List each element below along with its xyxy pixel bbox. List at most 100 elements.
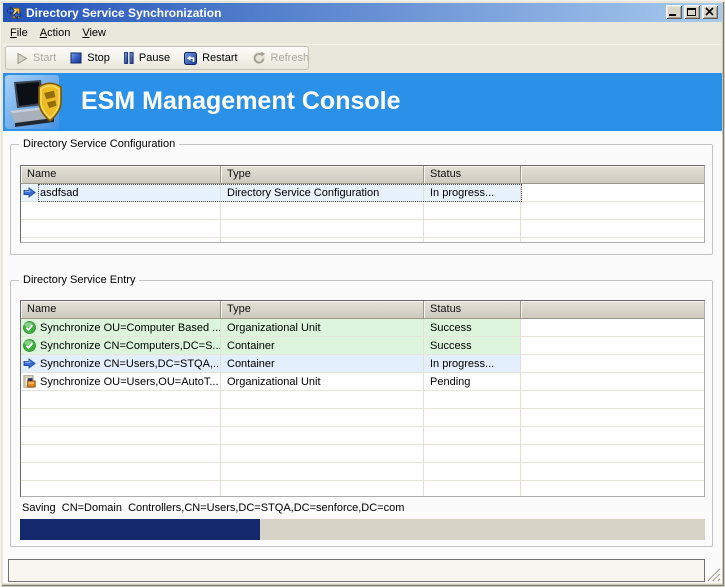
column-header-blank[interactable] bbox=[521, 301, 704, 319]
entry-table[interactable]: NameTypeStatusSynchronize OU=Computer Ba… bbox=[20, 300, 705, 497]
menu-item-view[interactable]: View bbox=[76, 24, 112, 42]
cell bbox=[521, 373, 704, 391]
table-row-empty bbox=[21, 463, 704, 481]
column-header-blank[interactable] bbox=[521, 166, 704, 184]
pause-button[interactable]: Pause bbox=[117, 47, 177, 69]
close-button[interactable] bbox=[702, 5, 718, 19]
refresh-icon bbox=[252, 51, 266, 65]
toolbar: Start Stop Pause Restart Refresh bbox=[3, 45, 722, 73]
table-row[interactable]: Synchronize CN=Computers,DC=S...Containe… bbox=[21, 337, 704, 355]
table-row-empty bbox=[21, 238, 704, 243]
restart-button[interactable]: Restart bbox=[177, 47, 244, 69]
maximize-icon bbox=[687, 8, 696, 16]
cell: Synchronize CN=Computers,DC=S... bbox=[21, 337, 221, 355]
minimize-button[interactable] bbox=[666, 5, 682, 19]
cell bbox=[521, 481, 704, 497]
cell: Synchronize OU=Computer Based ... bbox=[21, 319, 221, 337]
cell bbox=[521, 202, 704, 220]
pending-box-icon bbox=[23, 375, 36, 388]
column-header-type[interactable]: Type bbox=[221, 166, 424, 184]
toolbar-button-label: Stop bbox=[87, 52, 110, 64]
config-groupbox-label: Directory Service Configuration bbox=[19, 138, 179, 151]
entry-groupbox-label: Directory Service Entry bbox=[19, 274, 139, 287]
cell-status: Pending bbox=[424, 373, 521, 391]
table-row-empty bbox=[21, 427, 704, 445]
toolbar-band: StartStopPauseRestartRefresh bbox=[5, 46, 309, 70]
config-table[interactable]: NameTypeStatus asdfsad Directory Service C… bbox=[20, 165, 705, 243]
cell-type: Organizational Unit bbox=[221, 373, 424, 391]
column-header-name[interactable]: Name bbox=[21, 301, 221, 319]
table-header: NameTypeStatus bbox=[21, 166, 704, 184]
cell-status: In progress... bbox=[424, 355, 521, 373]
table-row[interactable]: asdfsadDirectory Service ConfigurationIn… bbox=[21, 184, 704, 202]
cell bbox=[424, 391, 521, 409]
table-row-empty bbox=[21, 445, 704, 463]
table-row-empty bbox=[21, 220, 704, 238]
cell bbox=[21, 445, 221, 463]
toolbar-button-label: Start bbox=[33, 52, 56, 64]
cell-name: Synchronize CN=Users,DC=STQA,... bbox=[40, 358, 221, 370]
minimize-icon bbox=[669, 14, 676, 16]
cell bbox=[521, 463, 704, 481]
cell: Synchronize OU=Users,OU=AutoT... bbox=[21, 373, 221, 391]
cell bbox=[424, 238, 521, 243]
cell-name: Synchronize CN=Computers,DC=S... bbox=[40, 340, 221, 352]
cell bbox=[221, 238, 424, 243]
cell bbox=[424, 427, 521, 445]
cell bbox=[521, 220, 704, 238]
cell bbox=[521, 184, 704, 202]
column-header-status[interactable]: Status bbox=[424, 301, 521, 319]
column-header-type[interactable]: Type bbox=[221, 301, 424, 319]
cell bbox=[521, 319, 704, 337]
play-icon bbox=[16, 52, 28, 65]
cell bbox=[521, 409, 704, 427]
table-row-empty bbox=[21, 202, 704, 220]
restart-icon bbox=[184, 52, 197, 65]
cell-type: Container bbox=[221, 355, 424, 373]
pause-icon bbox=[124, 52, 134, 64]
cell bbox=[521, 337, 704, 355]
table-row[interactable]: Synchronize OU=Users,OU=AutoT...Organiza… bbox=[21, 373, 704, 391]
maximize-button[interactable] bbox=[684, 5, 700, 19]
table-row[interactable]: Synchronize OU=Computer Based ...Organiz… bbox=[21, 319, 704, 337]
column-header-status[interactable]: Status bbox=[424, 166, 521, 184]
stop-button[interactable]: Stop bbox=[63, 47, 117, 69]
cell bbox=[521, 391, 704, 409]
banner-title: ESM Management Console bbox=[81, 86, 401, 116]
close-icon bbox=[703, 6, 717, 18]
app-icon bbox=[6, 5, 22, 21]
toolbar-button-label: Pause bbox=[139, 52, 170, 64]
cell bbox=[221, 391, 424, 409]
cell bbox=[21, 202, 221, 220]
cell bbox=[21, 220, 221, 238]
resize-grip[interactable] bbox=[705, 566, 721, 582]
cell bbox=[221, 220, 424, 238]
refresh-button[interactable]: Refresh bbox=[245, 47, 317, 69]
cell bbox=[521, 238, 704, 243]
table-row[interactable]: Synchronize CN=Users,DC=STQA,...Containe… bbox=[21, 355, 704, 373]
check-circle-icon bbox=[23, 321, 36, 334]
cell-name: asdfsad bbox=[40, 187, 79, 199]
menu-item-file[interactable]: File bbox=[4, 24, 34, 42]
menu-item-action[interactable]: Action bbox=[34, 24, 77, 42]
cell-name: Synchronize OU=Computer Based ... bbox=[40, 322, 221, 334]
cell bbox=[424, 481, 521, 497]
cell-type: Container bbox=[221, 337, 424, 355]
table-header: NameTypeStatus bbox=[21, 301, 704, 319]
cell bbox=[521, 355, 704, 373]
cell bbox=[21, 463, 221, 481]
check-circle-icon bbox=[23, 339, 36, 352]
table-row-empty bbox=[21, 391, 704, 409]
cell bbox=[221, 409, 424, 427]
cell bbox=[521, 427, 704, 445]
banner: ESM Management Console bbox=[3, 73, 722, 131]
cell: asdfsad bbox=[21, 184, 221, 202]
column-header-name[interactable]: Name bbox=[21, 166, 221, 184]
cell-type: Directory Service Configuration bbox=[221, 184, 424, 202]
progress-bar bbox=[20, 519, 705, 540]
cell-status: Success bbox=[424, 319, 521, 337]
laptop-shield-icon bbox=[5, 75, 59, 129]
toolbar-button-label: Restart bbox=[202, 52, 237, 64]
cell: Synchronize CN=Users,DC=STQA,... bbox=[21, 355, 221, 373]
start-button[interactable]: Start bbox=[9, 47, 63, 69]
